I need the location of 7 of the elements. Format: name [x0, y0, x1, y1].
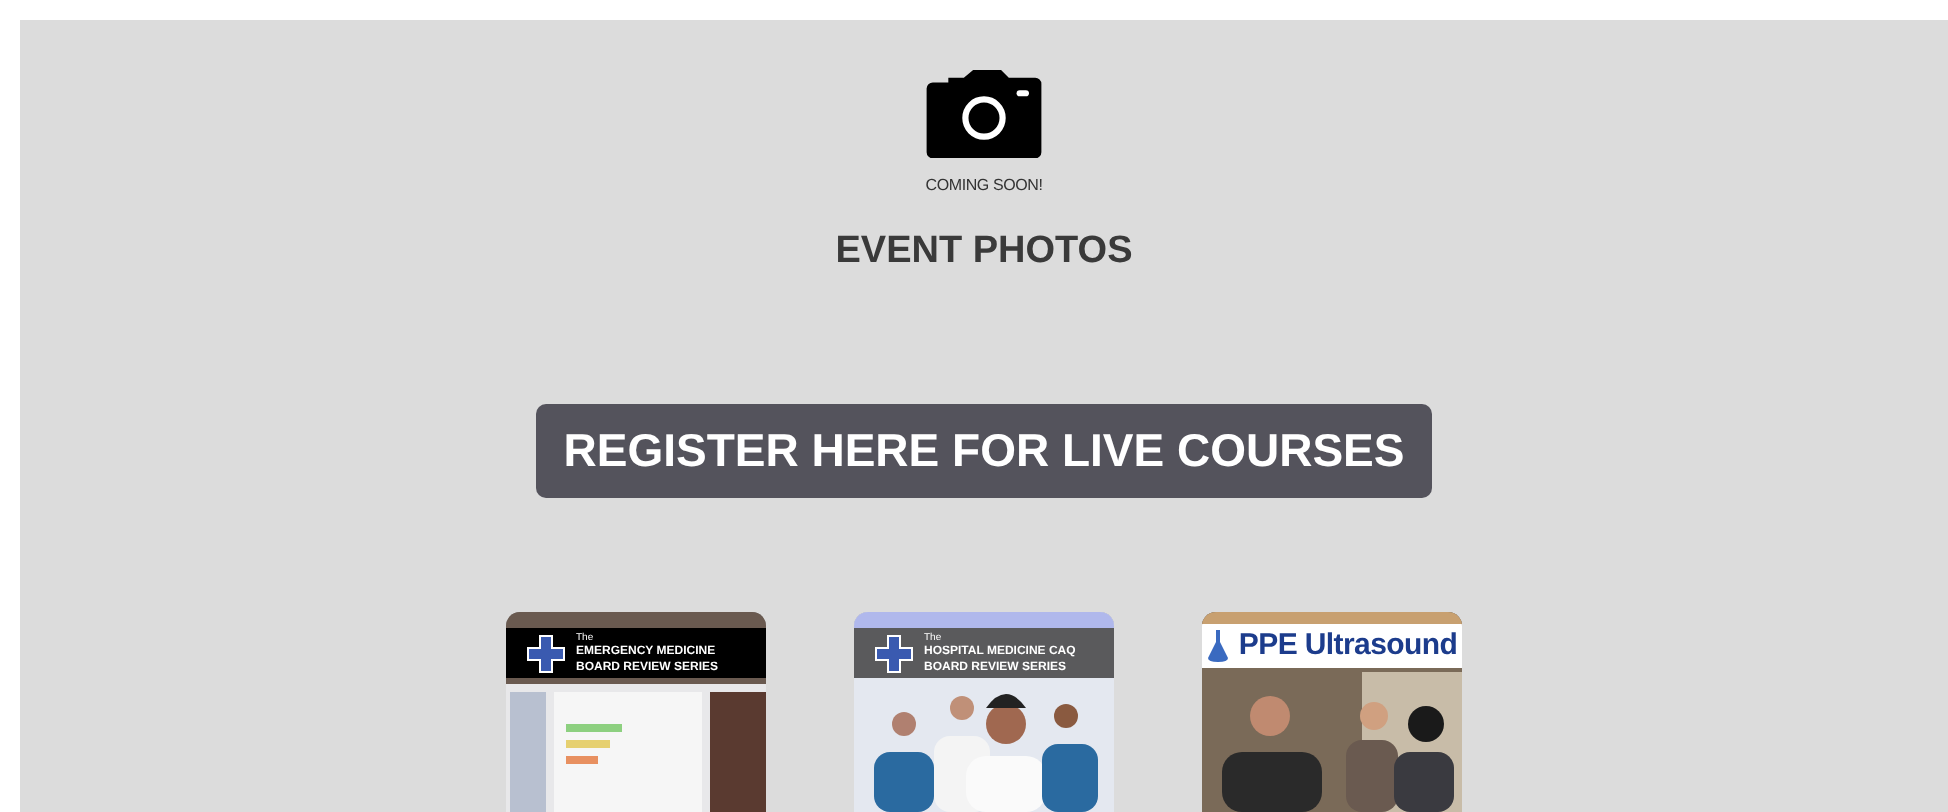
section-heading: EVENT PHOTOS: [835, 230, 1133, 276]
register-button[interactable]: REGISTER HERE FOR LIVE COURSES: [535, 404, 1433, 498]
cross-logo-icon: [526, 633, 566, 673]
coming-soon-text: COMING SOON!: [925, 174, 1043, 199]
course-thumbnail[interactable]: PPE Ultrasound: [1202, 612, 1462, 812]
cross-logo-icon: [874, 633, 914, 673]
banner-title: PPE Ultrasound: [1238, 625, 1458, 666]
